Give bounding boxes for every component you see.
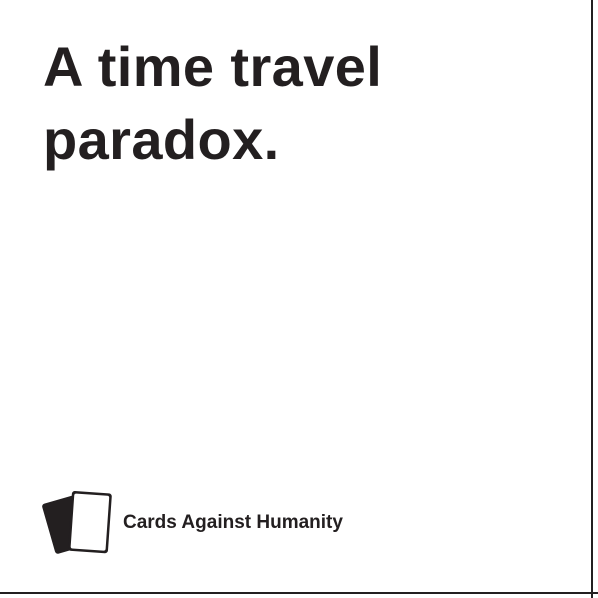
card-text: A time travel paradox.: [43, 30, 563, 176]
brand-name: Cards Against Humanity: [123, 512, 343, 533]
card-edge-right: [591, 0, 593, 598]
card-text-line-1: A time travel: [43, 35, 383, 98]
card-edge-bottom: [0, 592, 598, 594]
white-card-shape: [70, 493, 110, 551]
cards-logo-icon: [42, 491, 112, 554]
card-text-line-2: paradox.: [43, 108, 280, 171]
